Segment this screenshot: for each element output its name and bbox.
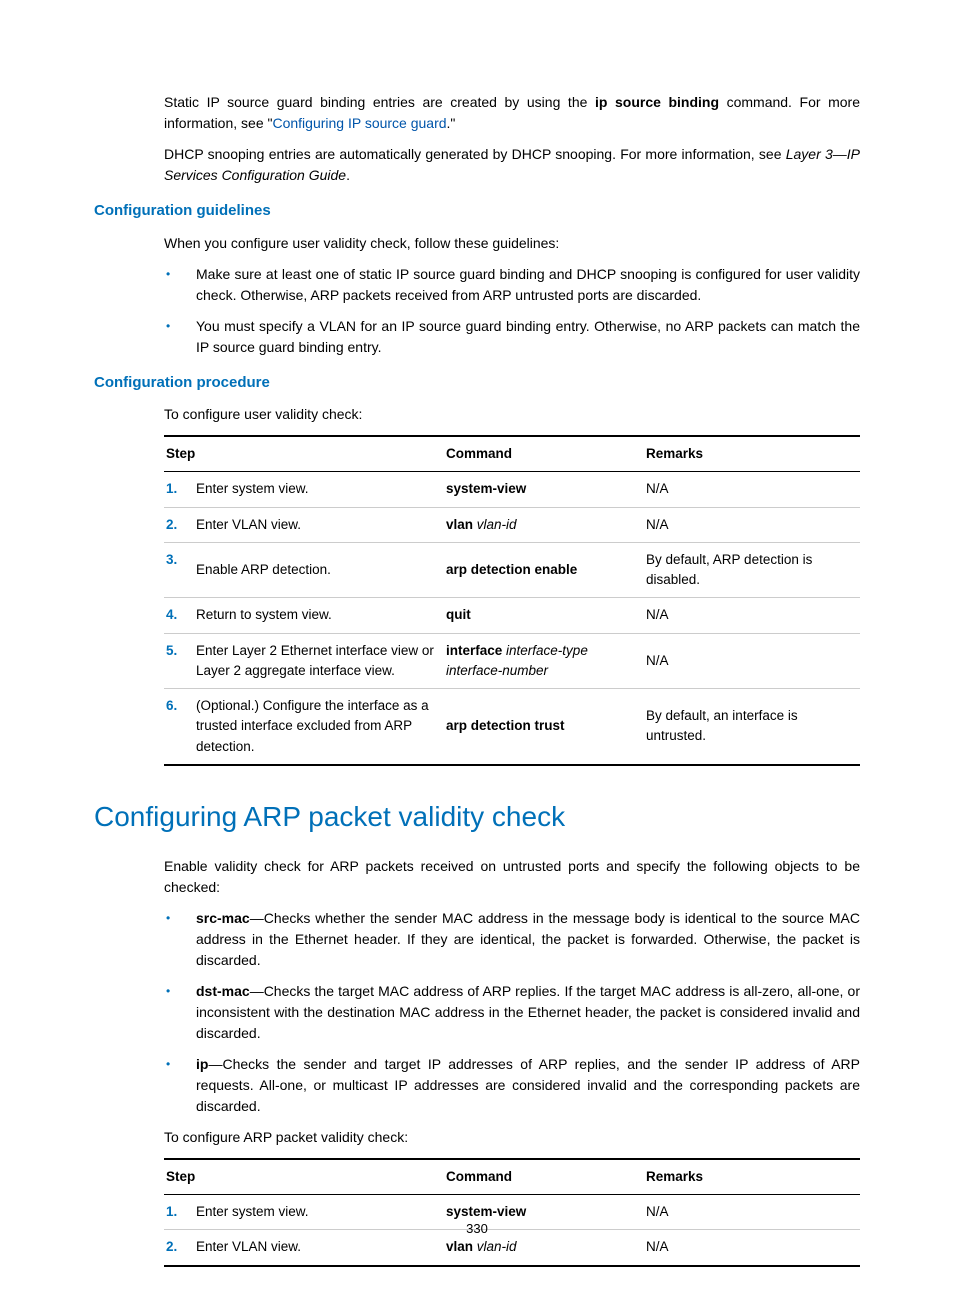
- def: —Checks the target MAC address of ARP re…: [196, 983, 860, 1041]
- heading-configuration-procedure: Configuration procedure: [94, 372, 860, 395]
- step-number: 3.: [164, 542, 194, 598]
- heading-arp-packet-validity: Configuring ARP packet validity check: [94, 796, 860, 838]
- remarks-cell: By default, an interface is untrusted.: [644, 689, 860, 765]
- step-number: 1.: [164, 472, 194, 507]
- term: ip: [196, 1056, 208, 1072]
- step-desc: Enter Layer 2 Ethernet interface view or…: [194, 633, 444, 689]
- cmd-bold: vlan: [446, 517, 473, 532]
- remarks-cell: N/A: [644, 598, 860, 633]
- col-remarks: Remarks: [644, 436, 860, 472]
- command-cell: interface interface-type interface-numbe…: [444, 633, 644, 689]
- table-row: 6. (Optional.) Configure the interface a…: [164, 689, 860, 765]
- link-configuring-ip-source-guard[interactable]: Configuring IP source guard: [272, 115, 446, 131]
- col-step: Step: [164, 436, 444, 472]
- col-step: Step: [164, 1159, 444, 1195]
- remarks-cell: By default, ARP detection is disabled.: [644, 542, 860, 598]
- validity-table: Step Command Remarks 1. Enter system vie…: [164, 1158, 860, 1267]
- cmd-bold: arp detection trust: [446, 718, 565, 733]
- def: —Checks whether the sender MAC address i…: [196, 910, 860, 968]
- step-number: 6.: [164, 689, 194, 765]
- text: .: [346, 167, 350, 183]
- guidelines-list: Make sure at least one of static IP sour…: [164, 264, 860, 358]
- step-number: 4.: [164, 598, 194, 633]
- intro-paragraph-1: Static IP source guard binding entries a…: [164, 92, 860, 134]
- procedure-intro: To configure user validity check:: [164, 404, 860, 425]
- cmd-italic: vlan-id: [473, 1239, 517, 1254]
- heading-configuration-guidelines: Configuration guidelines: [94, 200, 860, 223]
- table-row: 2. Enter VLAN view. vlan vlan-id N/A: [164, 507, 860, 542]
- remarks-cell: N/A: [644, 472, 860, 507]
- validity-list: src-mac—Checks whether the sender MAC ad…: [164, 908, 860, 1117]
- table-row: 1. Enter system view. system-view N/A: [164, 472, 860, 507]
- command-cell: system-view: [444, 472, 644, 507]
- step-desc: (Optional.) Configure the interface as a…: [194, 689, 444, 765]
- cmd-bold: quit: [446, 607, 471, 622]
- text: DHCP snooping entries are automatically …: [164, 146, 786, 162]
- cmd-bold: system-view: [446, 1204, 526, 1219]
- step-desc: Enable ARP detection.: [194, 542, 444, 598]
- col-remarks: Remarks: [644, 1159, 860, 1195]
- page-number: 330: [0, 1219, 954, 1239]
- command-cell: arp detection enable: [444, 542, 644, 598]
- text: .": [447, 115, 456, 131]
- col-command: Command: [444, 1159, 644, 1195]
- guidelines-intro: When you configure user validity check, …: [164, 233, 860, 254]
- table-header-row: Step Command Remarks: [164, 436, 860, 472]
- list-item: src-mac—Checks whether the sender MAC ad…: [164, 908, 860, 971]
- step-number: 2.: [164, 507, 194, 542]
- cmd-bold: interface: [446, 643, 502, 658]
- table-header-row: Step Command Remarks: [164, 1159, 860, 1195]
- table-row: 3. Enable ARP detection. arp detection e…: [164, 542, 860, 598]
- command-name: ip source binding: [595, 94, 719, 110]
- remarks-cell: N/A: [644, 507, 860, 542]
- intro-paragraph-2: DHCP snooping entries are automatically …: [164, 144, 860, 186]
- list-item: You must specify a VLAN for an IP source…: [164, 316, 860, 358]
- procedure-table: Step Command Remarks 1. Enter system vie…: [164, 435, 860, 766]
- list-item: Make sure at least one of static IP sour…: [164, 264, 860, 306]
- cmd-italic: vlan-id: [473, 517, 517, 532]
- command-cell: quit: [444, 598, 644, 633]
- def: —Checks the sender and target IP address…: [196, 1056, 860, 1114]
- validity-intro2: To configure ARP packet validity check:: [164, 1127, 860, 1148]
- list-item: ip—Checks the sender and target IP addre…: [164, 1054, 860, 1117]
- step-desc: Return to system view.: [194, 598, 444, 633]
- command-cell: vlan vlan-id: [444, 507, 644, 542]
- term: src-mac: [196, 910, 250, 926]
- command-cell: arp detection trust: [444, 689, 644, 765]
- text: Static IP source guard binding entries a…: [164, 94, 595, 110]
- table-row: 5. Enter Layer 2 Ethernet interface view…: [164, 633, 860, 689]
- cmd-bold: system-view: [446, 481, 526, 496]
- step-desc: Enter VLAN view.: [194, 507, 444, 542]
- cmd-bold: arp detection enable: [446, 562, 577, 577]
- step-desc: Enter system view.: [194, 472, 444, 507]
- term: dst-mac: [196, 983, 250, 999]
- remarks-cell: N/A: [644, 633, 860, 689]
- col-command: Command: [444, 436, 644, 472]
- validity-intro: Enable validity check for ARP packets re…: [164, 856, 860, 898]
- cmd-bold: vlan: [446, 1239, 473, 1254]
- table-row: 4. Return to system view. quit N/A: [164, 598, 860, 633]
- list-item: dst-mac—Checks the target MAC address of…: [164, 981, 860, 1044]
- step-number: 5.: [164, 633, 194, 689]
